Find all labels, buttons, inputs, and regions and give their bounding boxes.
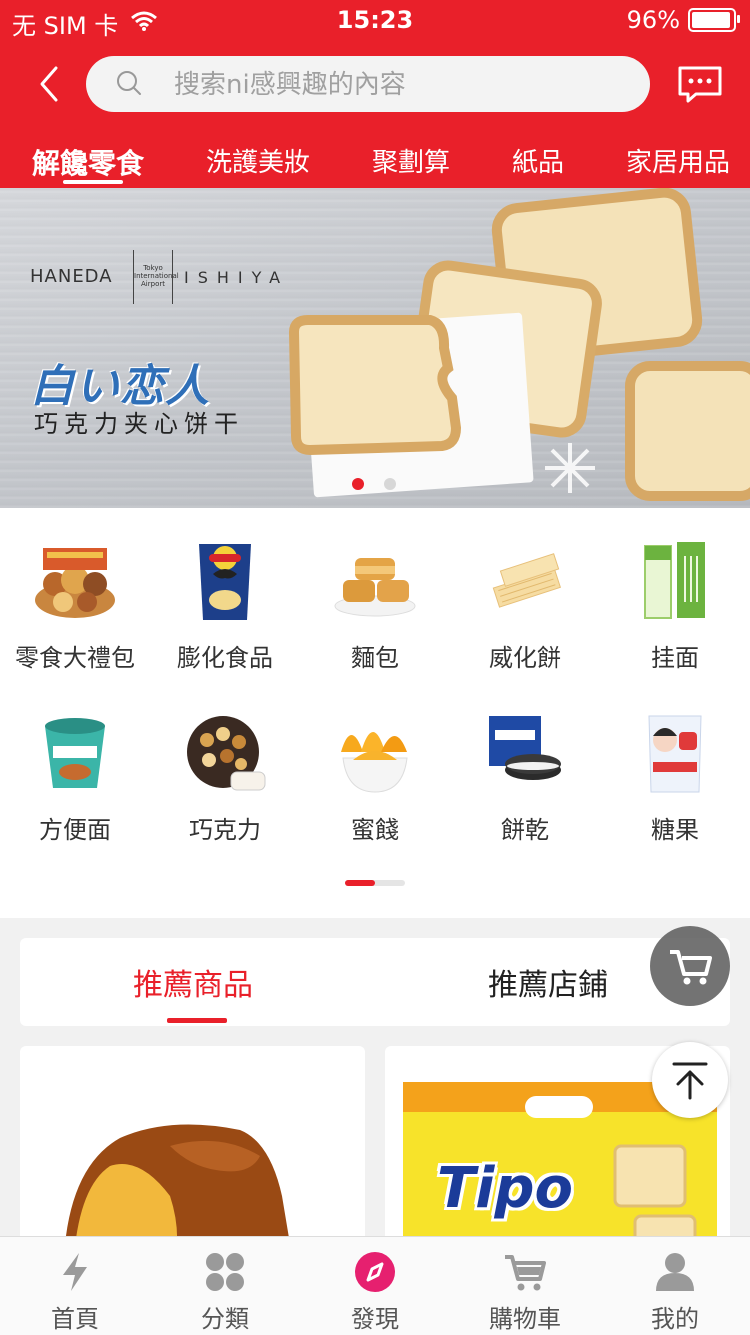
product-card[interactable] xyxy=(20,1046,365,1256)
nav-discover[interactable]: 發現 xyxy=(300,1251,450,1334)
grid-item-label: 糖果 xyxy=(651,816,699,844)
banner-airport-label: Tokyo International Airport xyxy=(133,250,179,304)
banner-brand-ishiya: ISHIYA xyxy=(184,268,290,287)
tab-indicator xyxy=(167,1018,227,1023)
grid-item-label: 餅乾 xyxy=(501,816,549,844)
back-to-top-button[interactable] xyxy=(652,1042,728,1118)
dried-mango-icon xyxy=(341,732,408,793)
grid-item-label: 零食大禮包 xyxy=(15,644,135,672)
grid-item-chocolate[interactable]: 巧克力 xyxy=(150,712,300,845)
grid-item-instant-noodle[interactable]: 方便面 xyxy=(0,712,150,845)
nav-home[interactable]: 首頁 xyxy=(0,1251,150,1334)
banner-brand-haneda: HANEDA xyxy=(30,266,113,287)
nav-label: 首頁 xyxy=(51,1305,99,1333)
battery-indicator: 96% xyxy=(626,6,740,34)
search-icon xyxy=(117,71,141,95)
grid-item-label: 蜜餞 xyxy=(351,816,399,844)
nav-label: 發現 xyxy=(351,1305,399,1333)
candy-bag-icon xyxy=(648,715,702,793)
grid-item-snack-pack[interactable]: 零食大禮包 xyxy=(0,540,150,673)
category-tab-snacks[interactable]: 解饞零食 xyxy=(32,142,144,182)
back-arrow-icon[interactable] xyxy=(32,64,72,104)
status-bar: 无 SIM 卡 15:23 96% xyxy=(0,0,750,44)
product-brand: Tipo xyxy=(437,1156,573,1221)
recommend-tabs: 推薦商品 推薦店鋪 xyxy=(20,938,730,1026)
tab-recommended-shops[interactable]: 推薦店鋪 xyxy=(488,960,608,1004)
chocolate-tin-icon xyxy=(187,716,266,791)
message-icon[interactable] xyxy=(676,64,724,104)
compass-icon xyxy=(355,1252,395,1292)
grid-item-label: 威化餅 xyxy=(489,644,561,672)
grid-item-biscuit[interactable]: 餅乾 xyxy=(450,712,600,845)
battery-icon xyxy=(688,8,740,32)
category-grid: 零食大禮包 膨化食品 麵包 威化餅 挂面 方便面 巧克力 蜜餞 餅乾 糖果 xyxy=(0,508,750,918)
noodle-pack-icon xyxy=(644,542,705,619)
search-bar[interactable] xyxy=(86,56,650,112)
cookie-icon xyxy=(489,716,561,780)
floating-cart-button[interactable] xyxy=(650,926,730,1006)
top-bar: 无 SIM 卡 15:23 96% 解饞零食 洗護美妝 聚劃算 紙品 xyxy=(0,0,750,188)
snack-pack-icon xyxy=(35,548,115,618)
cart-icon xyxy=(670,950,712,985)
grid-item-label: 挂面 xyxy=(651,644,699,672)
promo-banner[interactable]: HANEDA Tokyo International Airport ISHIY… xyxy=(0,188,750,508)
nav-label: 購物車 xyxy=(489,1305,561,1333)
grid-page-indicator xyxy=(345,880,405,886)
grid-item-label: 膨化食品 xyxy=(177,644,273,672)
grid-item-label: 方便面 xyxy=(39,816,111,844)
grid-item-label: 麵包 xyxy=(351,644,399,672)
instant-noodle-icon xyxy=(45,718,105,788)
nav-cart[interactable]: 購物車 xyxy=(450,1251,600,1334)
banner-dot-active xyxy=(352,478,364,490)
arrow-up-icon xyxy=(672,1062,708,1100)
wafer-icon xyxy=(492,553,562,608)
nav-label: 我的 xyxy=(651,1305,699,1333)
chips-bag-icon xyxy=(199,544,251,620)
lightning-icon xyxy=(63,1253,87,1291)
cart-icon xyxy=(505,1255,546,1291)
category-tab-beauty[interactable]: 洗護美妝 xyxy=(206,142,310,179)
bread-icon xyxy=(334,558,416,617)
banner-subtitle: 巧克力夹心饼干 xyxy=(34,410,244,438)
battery-percent: 96% xyxy=(626,6,680,34)
grid-item-noodles[interactable]: 挂面 xyxy=(600,540,750,673)
user-icon xyxy=(656,1253,694,1291)
category-tab-deals[interactable]: 聚劃算 xyxy=(372,142,450,179)
category-tab-paper[interactable]: 紙品 xyxy=(512,142,564,179)
tab-recommended-products[interactable]: 推薦商品 xyxy=(133,960,253,1004)
grid-item-wafer[interactable]: 威化餅 xyxy=(450,540,600,673)
bread-product-image xyxy=(64,1124,292,1256)
category-tab-home[interactable]: 家居用品 xyxy=(626,142,730,179)
grid-icon xyxy=(206,1253,244,1291)
grid-item-bread[interactable]: 麵包 xyxy=(300,540,450,673)
grid-item-label: 巧克力 xyxy=(189,816,261,844)
nav-label: 分類 xyxy=(201,1305,249,1333)
grid-item-preserved-fruit[interactable]: 蜜餞 xyxy=(300,712,450,845)
banner-dot xyxy=(384,478,396,490)
bottom-nav: 首頁 分類 發現 購物車 我的 xyxy=(0,1236,750,1335)
category-tab-indicator xyxy=(63,180,123,184)
search-input[interactable] xyxy=(172,66,636,104)
cookie-product-image xyxy=(288,188,750,501)
grid-item-puffed[interactable]: 膨化食品 xyxy=(150,540,300,673)
nav-profile[interactable]: 我的 xyxy=(600,1251,750,1334)
nav-category[interactable]: 分類 xyxy=(150,1251,300,1334)
grid-item-candy[interactable]: 糖果 xyxy=(600,712,750,845)
